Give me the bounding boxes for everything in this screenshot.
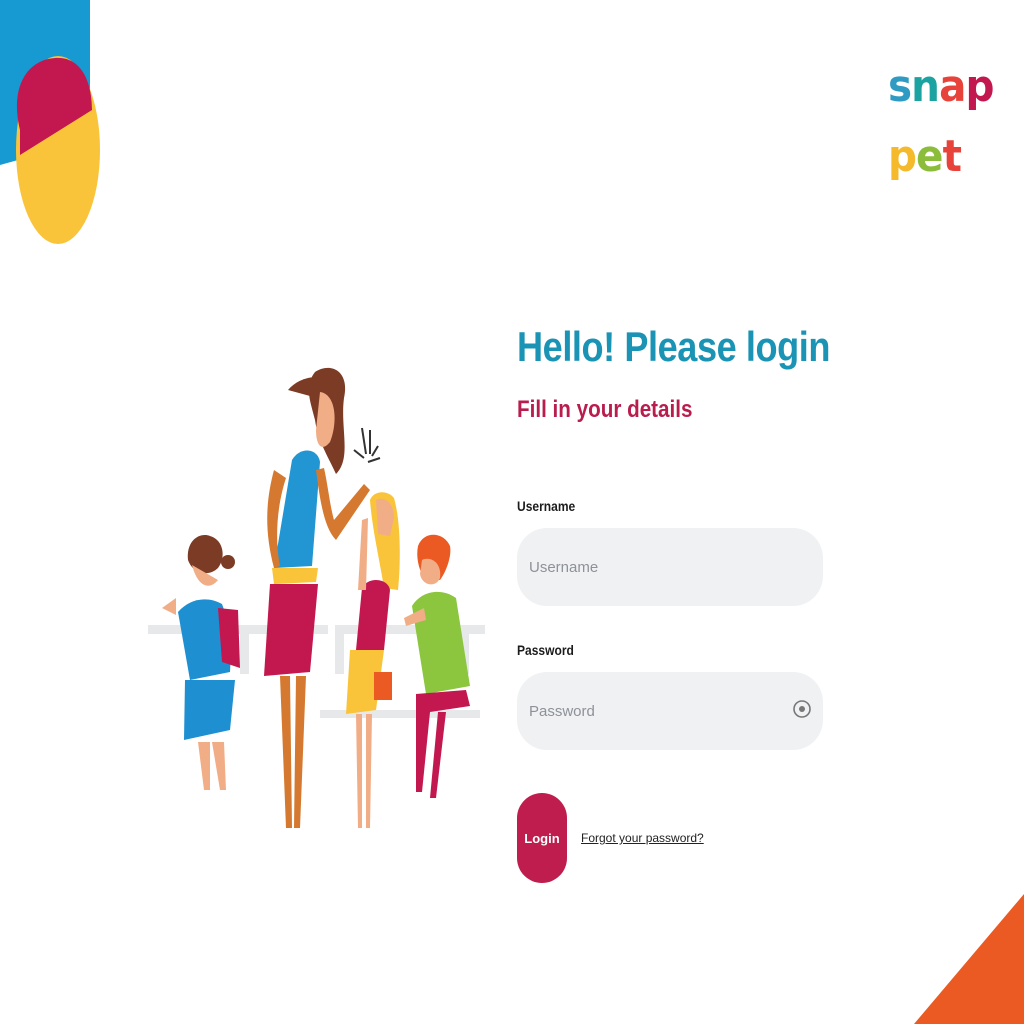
username-label: Username [517,498,576,514]
snappet-logo: snappet [888,52,1013,182]
username-field-container [517,528,823,606]
logo-letter: s [888,61,912,112]
form-actions: Login Forgot your password? [517,793,704,883]
eye-icon[interactable] [791,698,813,720]
decorative-corner-triangle [914,894,1024,1024]
classroom-illustration [148,367,485,828]
username-input[interactable] [517,528,779,606]
logo-letter: n [911,61,940,112]
page-subtitle: Fill in your details [517,396,693,423]
forgot-password-link[interactable]: Forgot your password? [581,831,704,845]
logo-letter: e [916,131,943,182]
logo-letter: p [888,131,917,182]
logo-letter: p [965,61,994,112]
password-input[interactable] [517,672,779,750]
login-form: Hello! Please login Fill in your details… [517,318,830,883]
logo-letter: a [939,61,966,112]
logo-letter: t [942,131,962,182]
login-button[interactable]: Login [517,793,567,883]
password-field-container [517,672,823,750]
decorative-corner-shapes [0,0,100,244]
password-label: Password [517,642,574,658]
page-title: Hello! Please login [517,323,830,370]
